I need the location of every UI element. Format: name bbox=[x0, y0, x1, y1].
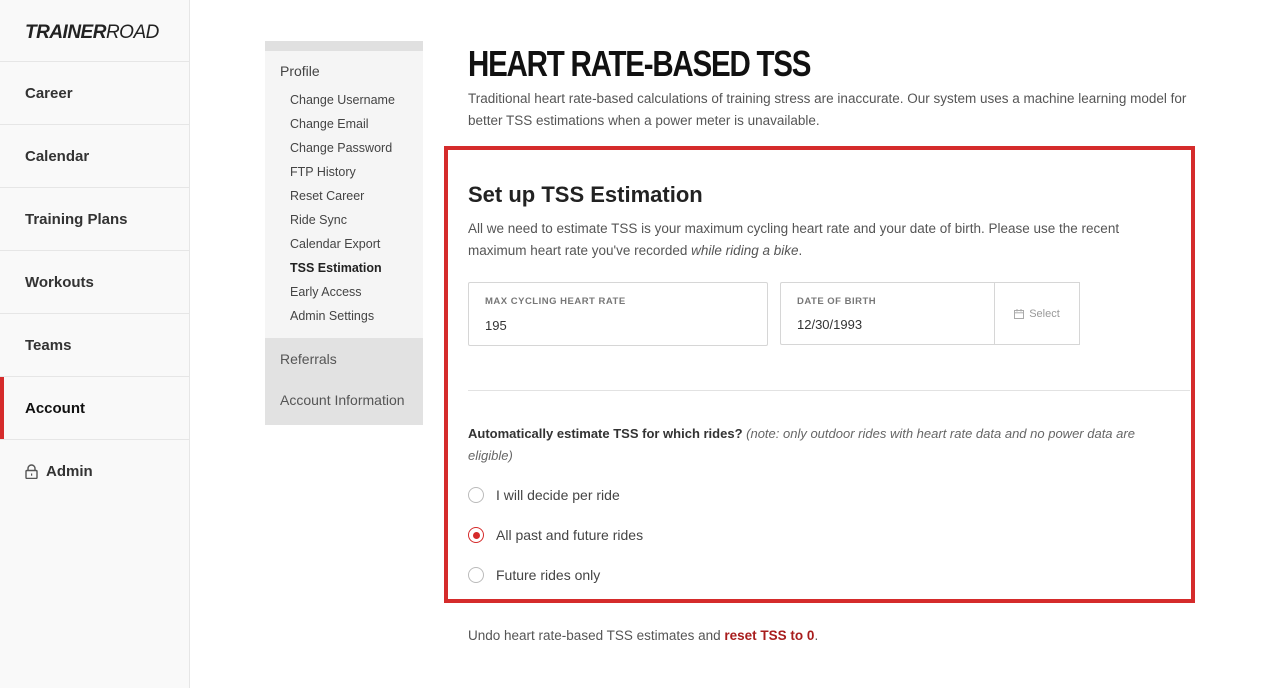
sidebar-item-label: Teams bbox=[25, 336, 72, 354]
sidebar-item-workouts[interactable]: Workouts bbox=[0, 251, 189, 314]
max-heart-rate-value[interactable]: 195 bbox=[485, 318, 507, 333]
setup-title: Set up TSS Estimation bbox=[468, 182, 703, 207]
radio-button[interactable] bbox=[468, 567, 484, 583]
sidebar-item-training-plans[interactable]: Training Plans bbox=[0, 188, 189, 251]
sidebar-item-label: Account bbox=[25, 399, 85, 417]
date-of-birth-label: DATE OF BIRTH bbox=[797, 296, 877, 307]
radio-option-decide-per-ride[interactable]: I will decide per ride bbox=[468, 485, 620, 505]
subnav-link-tss-estimation[interactable]: TSS Estimation bbox=[280, 256, 423, 280]
calendar-icon bbox=[1014, 308, 1025, 319]
sidebar-item-account[interactable]: Account bbox=[0, 377, 189, 440]
subnav-top-bar bbox=[265, 41, 423, 51]
tss-setup-section: Set up TSS Estimation All we need to est… bbox=[468, 180, 1190, 262]
radio-button[interactable] bbox=[468, 487, 484, 503]
subnav-link-change-email[interactable]: Change Email bbox=[280, 112, 423, 136]
subnav-link-account-information[interactable]: Account Information bbox=[280, 390, 408, 411]
subnav-link-ride-sync[interactable]: Ride Sync bbox=[280, 208, 423, 232]
lock-icon bbox=[25, 464, 38, 480]
account-subnav: Profile Change Username Change Email Cha… bbox=[265, 41, 423, 425]
logo-light-text: ROAD bbox=[105, 22, 159, 43]
setup-description: All we need to estimate TSS is your maxi… bbox=[468, 218, 1158, 262]
max-heart-rate-field[interactable]: MAX CYCLING HEART RATE 195 bbox=[468, 282, 768, 346]
subnav-link-change-username[interactable]: Change Username bbox=[280, 88, 423, 112]
rides-question-text: Automatically estimate TSS for which rid… bbox=[468, 426, 743, 441]
sidebar-item-label: Training Plans bbox=[25, 210, 128, 228]
subnav-link-referrals[interactable]: Referrals bbox=[280, 349, 408, 370]
sidebar-item-label: Calendar bbox=[25, 147, 90, 165]
sidebar-item-teams[interactable]: Teams bbox=[0, 314, 189, 377]
sidebar-item-label: Career bbox=[25, 84, 73, 102]
rides-question: Automatically estimate TSS for which rid… bbox=[468, 423, 1178, 467]
main-sidebar: TRAINERROAD Career Calendar Training Pla… bbox=[0, 0, 190, 688]
section-divider bbox=[468, 390, 1190, 391]
date-select-button[interactable]: Select bbox=[994, 282, 1080, 345]
subnav-link-ftp-history[interactable]: FTP History bbox=[280, 160, 423, 184]
max-heart-rate-label: MAX CYCLING HEART RATE bbox=[485, 296, 626, 307]
subnav-link-calendar-export[interactable]: Calendar Export bbox=[280, 232, 423, 256]
subnav-link-change-password[interactable]: Change Password bbox=[280, 136, 423, 160]
subnav-link-admin-settings[interactable]: Admin Settings bbox=[280, 304, 423, 328]
sidebar-item-label: Admin bbox=[46, 463, 93, 480]
subnav-profile-group: Profile Change Username Change Email Cha… bbox=[265, 51, 423, 338]
page-description: Traditional heart rate-based calculation… bbox=[468, 91, 1187, 128]
radio-button-checked[interactable] bbox=[468, 527, 484, 543]
setup-desc-end: . bbox=[798, 243, 803, 258]
subnav-profile-heading[interactable]: Profile bbox=[280, 63, 423, 79]
date-of-birth-value[interactable]: 12/30/1993 bbox=[797, 317, 862, 332]
sidebar-item-label: Workouts bbox=[25, 273, 94, 291]
radio-label: Future rides only bbox=[496, 567, 601, 583]
subnav-link-early-access[interactable]: Early Access bbox=[280, 280, 423, 304]
subnav-other-group: Referrals Account Information bbox=[265, 338, 423, 425]
trainerroad-logo[interactable]: TRAINERROAD bbox=[0, 0, 189, 62]
setup-desc-emphasis: while riding a bike bbox=[691, 243, 799, 258]
undo-text-main: Undo heart rate-based TSS estimates and bbox=[468, 628, 725, 643]
undo-text-end: . bbox=[814, 628, 819, 643]
undo-text: Undo heart rate-based TSS estimates and … bbox=[468, 628, 818, 643]
radio-label: All past and future rides bbox=[496, 527, 644, 543]
sidebar-item-career[interactable]: Career bbox=[0, 62, 189, 125]
reset-tss-link[interactable]: reset TSS to 0 bbox=[724, 628, 814, 643]
main-content: HEART RATE-BASED TSS Traditional heart r… bbox=[468, 44, 1208, 132]
radio-label: I will decide per ride bbox=[496, 487, 620, 503]
page-title: HEART RATE-BASED TSS bbox=[468, 43, 811, 84]
logo-bold-text: TRAINER bbox=[25, 22, 106, 43]
sidebar-item-admin[interactable]: Admin bbox=[0, 440, 189, 503]
subnav-link-reset-career[interactable]: Reset Career bbox=[280, 184, 423, 208]
radio-option-all-rides[interactable]: All past and future rides bbox=[468, 525, 643, 545]
sidebar-item-calendar[interactable]: Calendar bbox=[0, 125, 189, 188]
date-select-label: Select bbox=[1029, 307, 1060, 320]
radio-option-future-rides[interactable]: Future rides only bbox=[468, 565, 600, 585]
date-of-birth-field[interactable]: DATE OF BIRTH 12/30/1993 bbox=[780, 282, 995, 345]
